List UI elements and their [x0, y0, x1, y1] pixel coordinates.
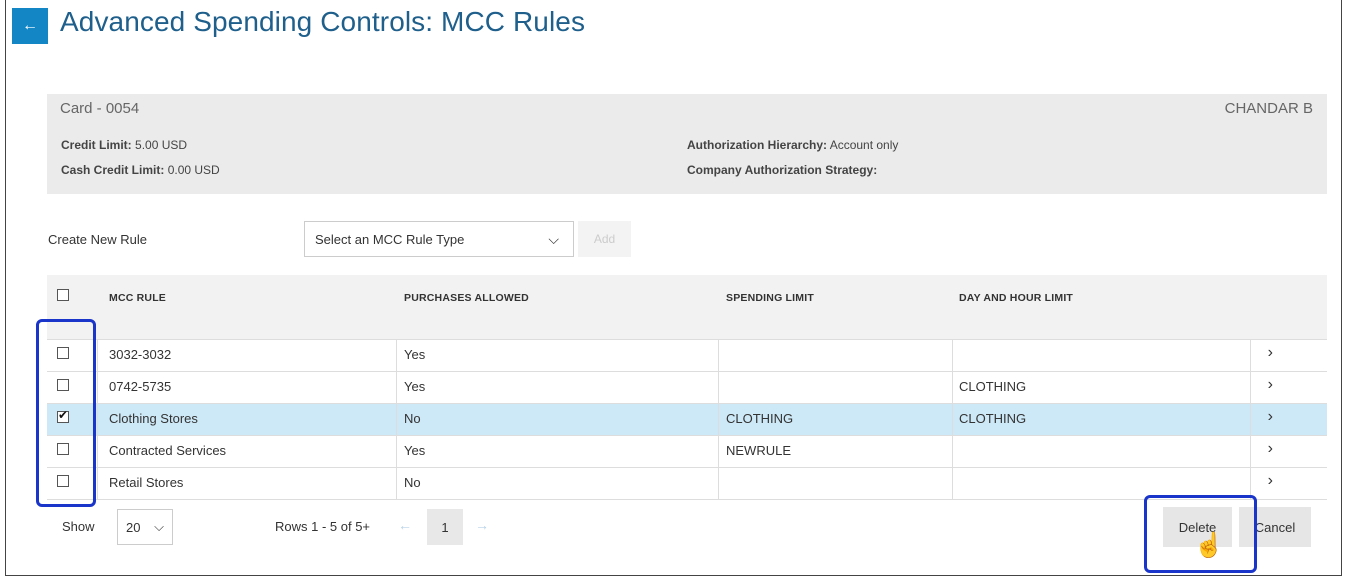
table-row[interactable]: Clothing Stores No CLOTHING CLOTHING › — [47, 404, 1327, 436]
column-divider — [1250, 340, 1251, 371]
cell-mcc-rule: Retail Stores — [109, 475, 184, 490]
cell-mcc-rule: Contracted Services — [109, 443, 227, 458]
credit-limit: Credit Limit: 5.00 USD — [61, 138, 187, 152]
checkbox-column-highlight — [36, 319, 96, 507]
chevron-right-icon[interactable]: › — [1268, 472, 1273, 490]
cell-purchases-allowed: Yes — [404, 347, 426, 362]
page-title: Advanced Spending Controls: MCC Rules — [60, 6, 586, 37]
cash-credit-limit-value: 0.00 USD — [167, 163, 220, 177]
column-divider — [97, 468, 98, 499]
table-row[interactable]: 0742-5735 Yes CLOTHING › — [47, 372, 1327, 404]
column-divider — [97, 340, 98, 371]
chevron-down-icon: ⌵ — [548, 231, 559, 247]
column-divider — [718, 468, 719, 499]
page-size-select[interactable]: 20 ⌵ — [117, 509, 173, 545]
company-strategy-label: Company Authorization Strategy: — [687, 163, 878, 177]
column-divider — [97, 436, 98, 467]
column-divider — [718, 340, 719, 371]
select-all-checkbox[interactable] — [57, 289, 69, 301]
next-page-icon[interactable]: → — [475, 517, 489, 533]
column-divider — [952, 404, 953, 435]
cell-mcc-rule: 0742-5735 — [109, 379, 172, 394]
column-divider — [396, 468, 397, 499]
column-divider — [1250, 404, 1251, 435]
chevron-down-icon: ⌵ — [154, 519, 164, 534]
page-size-value: 20 — [126, 519, 141, 535]
column-divider — [396, 404, 397, 435]
credit-limit-value: 5.00 USD — [135, 138, 188, 152]
cell-spending-limit: CLOTHING — [726, 411, 794, 426]
column-divider — [97, 404, 98, 435]
cell-purchases-allowed: No — [404, 475, 421, 490]
column-divider — [952, 436, 953, 467]
cash-credit-limit-label: Cash Credit Limit: — [61, 163, 165, 177]
chevron-right-icon[interactable]: › — [1268, 440, 1273, 458]
card-title: Card - 0054 — [60, 100, 140, 117]
table-row[interactable]: Contracted Services Yes NEWRULE › — [47, 436, 1327, 468]
add-rule-button[interactable]: Add — [578, 221, 631, 257]
cell-purchases-allowed: Yes — [404, 379, 426, 394]
chevron-right-icon[interactable]: › — [1268, 408, 1273, 426]
column-divider — [718, 372, 719, 403]
card-holder-name: CHANDAR B — [1224, 100, 1313, 117]
column-header-spending-limit: SPENDING LIMIT — [726, 292, 814, 304]
column-header-mcc-rule: MCC RULE — [109, 292, 167, 304]
column-header-purchases-allowed: PURCHASES ALLOWED — [404, 292, 529, 304]
column-divider — [952, 372, 953, 403]
column-divider — [1250, 372, 1251, 403]
column-divider — [1250, 436, 1251, 467]
column-divider — [952, 468, 953, 499]
table-row[interactable]: 3032-3032 Yes › — [47, 340, 1327, 372]
table-row[interactable]: Retail Stores No › — [47, 468, 1327, 500]
cell-purchases-allowed: Yes — [404, 443, 426, 458]
previous-page-icon[interactable]: ← — [398, 517, 412, 533]
page-number-button[interactable]: 1 — [427, 509, 463, 545]
auth-hierarchy-label: Authorization Hierarchy: — [687, 138, 828, 152]
authorization-hierarchy: Authorization Hierarchy: Account only — [687, 138, 898, 152]
column-divider — [718, 404, 719, 435]
column-divider — [718, 436, 719, 467]
back-arrow-icon: ← — [22, 17, 38, 34]
chevron-right-icon[interactable]: › — [1268, 376, 1273, 394]
cell-purchases-allowed: No — [404, 411, 421, 426]
mcc-rules-table: MCC RULE PURCHASES ALLOWED SPENDING LIMI… — [47, 275, 1327, 500]
cell-mcc-rule: 3032-3032 — [109, 347, 172, 362]
column-divider — [97, 372, 98, 403]
show-label: Show — [62, 519, 95, 534]
hand-cursor-icon: ☝ — [1194, 532, 1224, 559]
column-divider — [396, 372, 397, 403]
cell-spending-limit: NEWRULE — [726, 443, 792, 458]
company-authorization-strategy: Company Authorization Strategy: — [687, 163, 877, 177]
chevron-right-icon[interactable]: › — [1268, 344, 1273, 362]
mcc-rule-type-value: Select an MCC Rule Type — [315, 231, 465, 247]
column-divider — [396, 340, 397, 371]
cell-mcc-rule: Clothing Stores — [109, 411, 198, 426]
mcc-rule-type-select[interactable]: Select an MCC Rule Type ⌵ — [304, 221, 574, 257]
credit-limit-label: Credit Limit: — [61, 138, 132, 152]
cell-day-hour-limit: CLOTHING — [959, 379, 1027, 394]
create-rule-label: Create New Rule — [48, 232, 147, 247]
table-header: MCC RULE PURCHASES ALLOWED SPENDING LIMI… — [47, 275, 1327, 340]
back-button[interactable]: ← — [12, 8, 48, 44]
cash-credit-limit: Cash Credit Limit: 0.00 USD — [61, 163, 220, 177]
column-divider — [952, 340, 953, 371]
column-divider — [396, 436, 397, 467]
auth-hierarchy-value: Account only — [829, 138, 899, 152]
card-info-panel: Card - 0054 CHANDAR B Credit Limit: 5.00… — [47, 94, 1327, 194]
column-header-day-hour-limit: DAY AND HOUR LIMIT — [959, 292, 1074, 304]
rows-info: Rows 1 - 5 of 5+ — [275, 519, 371, 534]
cell-day-hour-limit: CLOTHING — [959, 411, 1027, 426]
